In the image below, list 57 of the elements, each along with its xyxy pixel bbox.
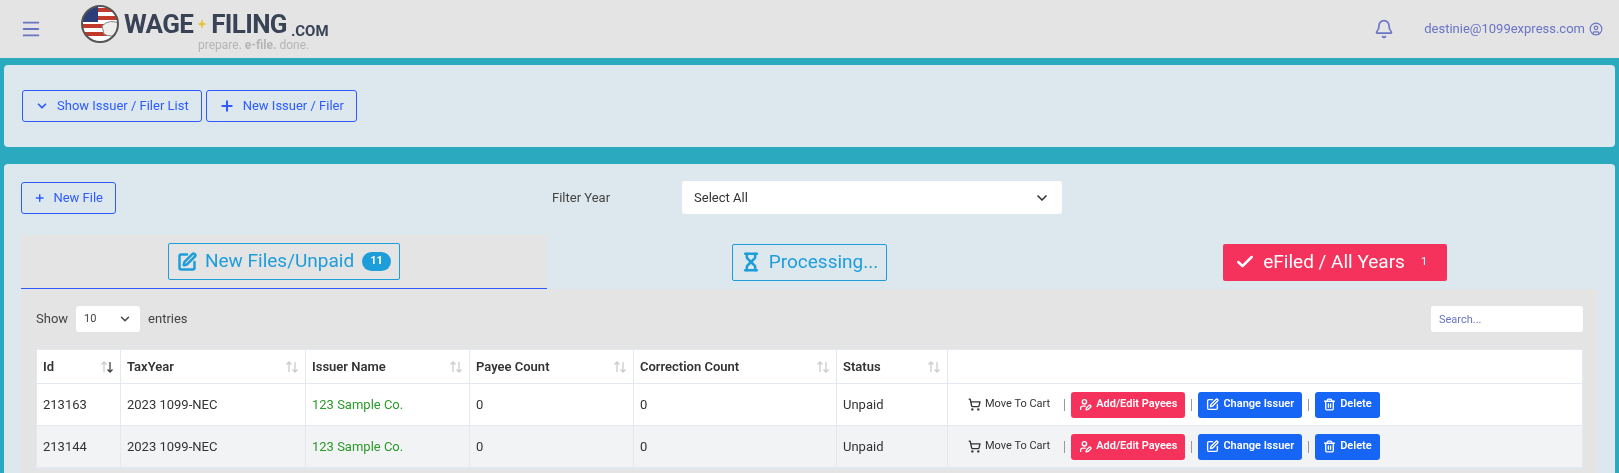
action-button[interactable]: Change Issuer [1198, 391, 1303, 418]
column-header[interactable]: Id [37, 350, 121, 383]
filter-label: Filter Year [552, 188, 611, 207]
table-cell-text: 2023 1099-NEC [127, 395, 218, 414]
trash-icon [1323, 398, 1337, 411]
column-header[interactable]: Payee Count [470, 350, 634, 383]
entries-label: entries [148, 310, 188, 329]
table-cell-text: 213144 [43, 437, 87, 456]
count-badge: 11 [362, 252, 391, 271]
column-header[interactable]: Issuer Name [306, 350, 470, 383]
table-cell-text: 213163 [43, 395, 87, 414]
panel-button[interactable]: New Issuer / Filer [205, 90, 357, 122]
star-icon [197, 19, 208, 29]
action-button[interactable]: Move To Cart [960, 391, 1059, 418]
page-length-select[interactable]: 10 [76, 306, 141, 332]
tab[interactable]: New Files/Unpaid 11 [167, 243, 400, 280]
issuer-link[interactable]: 123 Sample Co. [312, 394, 404, 415]
edit-icon [1206, 398, 1220, 411]
cart-icon [968, 440, 981, 453]
search-field[interactable]: Search... [1431, 306, 1583, 332]
issuer-link[interactable]: 123 Sample Co. [312, 436, 404, 457]
table-cell-text: 0 [640, 395, 648, 414]
tab[interactable]: eFiled / All Years 1 [1223, 243, 1448, 281]
logo-word: WAGE [124, 11, 194, 37]
table-cell-text: 2023 1099-NEC [127, 437, 218, 456]
plus-icon [218, 98, 235, 114]
action-button[interactable]: Add/Edit Payees [1071, 391, 1186, 418]
cart-icon [968, 398, 981, 411]
logo-word: FILING [211, 11, 287, 37]
user-email[interactable]: destinie@1099express.com [1424, 19, 1585, 39]
user-edit-icon [1079, 440, 1093, 453]
table-cell-text: 0 [476, 437, 484, 456]
edit-icon [1206, 440, 1220, 453]
action-button[interactable]: Change Issuer [1198, 433, 1303, 460]
user-edit-icon [1079, 398, 1093, 411]
logo-suffix: .COM [290, 20, 329, 40]
edit-icon [176, 251, 197, 272]
action-button[interactable]: Move To Cart [960, 433, 1059, 460]
trash-icon [1323, 440, 1337, 453]
flag-emblem-icon [80, 4, 120, 44]
notification-bell-icon[interactable] [1374, 19, 1395, 39]
user-icon[interactable] [1589, 22, 1603, 36]
action-button[interactable]: Add/Edit Payees [1071, 433, 1186, 460]
column-header[interactable]: Status [837, 350, 948, 383]
action-button[interactable]: Delete [1315, 433, 1380, 460]
action-button[interactable]: Delete [1315, 391, 1380, 418]
filter-year-select[interactable]: Select All [682, 181, 1063, 214]
table-cell-text: 0 [476, 395, 484, 414]
table-cell-text: Unpaid [843, 395, 884, 414]
new-file-button[interactable]: New File [21, 181, 116, 214]
column-header[interactable]: Correction Count [634, 350, 837, 383]
show-label: Show [36, 310, 69, 329]
column-header[interactable]: TaxYear [121, 350, 306, 383]
table-cell-text: Unpaid [843, 437, 884, 456]
panel-button[interactable]: Show Issuer / Filer List [22, 90, 202, 122]
count-label: 1 [1419, 253, 1429, 270]
table-cell-text: 0 [640, 437, 648, 456]
